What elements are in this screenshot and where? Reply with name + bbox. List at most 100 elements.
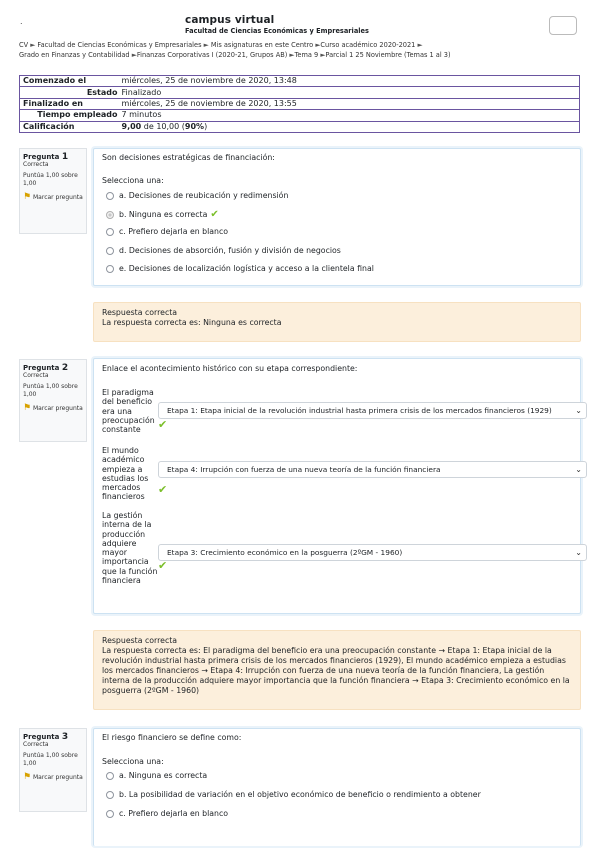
- breadcrumb: CV ► Facultad de Ciencias Económicas y E…: [19, 40, 584, 60]
- answer-option[interactable]: d. Decisiones de absorción, fusión y div…: [106, 246, 341, 255]
- feedback-text: La respuesta correcta es: Ninguna es cor…: [102, 318, 282, 327]
- grade-total: de 10,00 (: [141, 121, 185, 131]
- flag-icon: ⚑: [23, 403, 32, 413]
- question-number-value: 2: [61, 363, 69, 373]
- question-label: Pregunta: [23, 364, 60, 372]
- question-number: Pregunta 1: [23, 152, 83, 162]
- summary-row-time: Tiempo empleado 7 minutos: [19, 109, 580, 122]
- question-feedback-1: Respuesta correcta La respuesta correcta…: [93, 302, 581, 342]
- check-icon: ✔: [210, 209, 219, 220]
- answer-prompt: Selecciona una:: [102, 176, 164, 185]
- check-icon: ✔: [158, 418, 168, 431]
- question-score: Puntúa 1,00 sobre 1,00: [23, 752, 78, 767]
- radio-button[interactable]: [106, 227, 114, 236]
- summary-label: Finalizado en: [19, 97, 121, 111]
- radio-button[interactable]: [106, 771, 114, 780]
- question-score: Puntúa 1,00 sobre 1,00: [23, 383, 78, 398]
- breadcrumb-item[interactable]: Grado en Finanzas y Contabilidad: [19, 51, 130, 59]
- breadcrumb-item[interactable]: Facultad de Ciencias Económicas y Empres…: [37, 41, 201, 49]
- flag-label: Marcar pregunta: [33, 774, 83, 781]
- summary-value: Finalizado: [120, 86, 580, 99]
- attempt-summary-table: Comenzado el miércoles, 25 de noviembre …: [19, 74, 580, 133]
- radio-button[interactable]: [106, 790, 114, 799]
- radio-button[interactable]: [106, 264, 114, 273]
- answer-option[interactable]: c. Prefiero dejarla en blanco: [106, 227, 228, 236]
- flag-question-link[interactable]: ⚑ Marcar pregunta: [23, 773, 83, 782]
- match-item-label: La gestión interna de la producción adqu…: [102, 511, 158, 586]
- option-label: a. Decisiones de reubicación y redimensi…: [119, 191, 289, 200]
- option-label: d. Decisiones de absorción, fusión y div…: [119, 246, 341, 255]
- question-text: Son decisiones estratégicas de financiac…: [102, 153, 275, 162]
- option-label: b. La posibilidad de variación en el obj…: [119, 790, 481, 799]
- breadcrumb-separator: ►: [30, 41, 36, 49]
- grade-score: 9,00: [121, 121, 142, 131]
- answer-option[interactable]: a. Decisiones de reubicación y redimensi…: [106, 191, 288, 200]
- summary-value: miércoles, 25 de noviembre de 2020, 13:5…: [120, 97, 580, 111]
- grade-percent: 90%: [184, 121, 205, 131]
- feedback-title: Respuesta correcta: [102, 636, 178, 645]
- flag-question-link[interactable]: ⚑ Marcar pregunta: [23, 193, 83, 202]
- match-select[interactable]: Etapa 1: Etapa inicial de la revolución …: [158, 402, 587, 419]
- summary-row-grade: Calificación 9,00 de 10,00 (90%): [19, 120, 580, 133]
- question-label: Pregunta: [23, 733, 60, 741]
- question-label: Pregunta: [23, 153, 60, 161]
- breadcrumb-item[interactable]: Curso académico 2020-2021: [320, 41, 415, 49]
- grade-close: ): [204, 121, 208, 131]
- select-value: Etapa 3: Crecimiento económico en la pos…: [167, 548, 403, 557]
- answer-option[interactable]: a. Ninguna es correcta: [106, 771, 207, 780]
- breadcrumb-item[interactable]: Mis asignaturas en este Centro: [211, 41, 313, 49]
- chevron-down-icon: ⌄: [575, 465, 582, 474]
- flag-icon: ⚑: [23, 192, 32, 202]
- radio-button[interactable]: [106, 809, 114, 818]
- question-number: Pregunta 2: [23, 363, 83, 373]
- site-title[interactable]: campus virtual: [185, 14, 274, 26]
- radio-button[interactable]: [106, 246, 114, 255]
- summary-row-state: Estado Finalizado: [19, 86, 580, 99]
- question-number: Pregunta 3: [23, 732, 83, 742]
- user-menu-button[interactable]: [549, 16, 577, 35]
- answer-option[interactable]: b. Ninguna es correcta ✔: [106, 209, 219, 220]
- answer-option[interactable]: c. Prefiero dejarla en blanco: [106, 809, 228, 818]
- summary-row-finished: Finalizado en miércoles, 25 de noviembre…: [19, 97, 580, 111]
- summary-value: 7 minutos: [120, 109, 580, 122]
- question-status: Correcta: [23, 372, 49, 379]
- flag-label: Marcar pregunta: [33, 405, 83, 412]
- question-info-2: Pregunta 2 Correcta Puntúa 1,00 sobre 1,…: [19, 359, 87, 442]
- question-score: Puntúa 1,00 sobre 1,00: [23, 172, 78, 187]
- match-item-label: El paradigma del beneficio era una preoc…: [102, 388, 155, 435]
- breadcrumb-item[interactable]: Parcial 1 25 Noviembre (Temas 1 al 3): [325, 51, 450, 59]
- question-feedback-2: Respuesta correcta La respuesta correcta…: [93, 630, 581, 710]
- question-status: Correcta: [23, 161, 49, 168]
- select-value: Etapa 1: Etapa inicial de la revolución …: [167, 406, 552, 415]
- question-text: El riesgo financiero se define como:: [102, 733, 242, 742]
- match-select[interactable]: Etapa 3: Crecimiento económico en la pos…: [158, 544, 587, 561]
- answer-prompt: Selecciona una:: [102, 757, 164, 766]
- radio-button[interactable]: [106, 191, 114, 200]
- option-label: a. Ninguna es correcta: [119, 771, 208, 780]
- breadcrumb-item[interactable]: Tema 9: [295, 51, 319, 59]
- chevron-down-icon: ⌄: [575, 548, 582, 557]
- select-value: Etapa 4: Irrupción con fuerza de una nue…: [167, 465, 441, 474]
- breadcrumb-item[interactable]: CV: [19, 41, 28, 49]
- header-dot: .: [20, 17, 23, 26]
- chevron-down-icon: ⌄: [575, 406, 582, 415]
- question-info-1: Pregunta 1 Correcta Puntúa 1,00 sobre 1,…: [19, 148, 87, 234]
- match-item-label: El mundo académico empieza a estudias lo…: [102, 446, 149, 502]
- summary-label: Calificación: [19, 120, 121, 133]
- option-label: b. Ninguna es correcta: [119, 210, 208, 219]
- match-select[interactable]: Etapa 4: Irrupción con fuerza de una nue…: [158, 461, 587, 478]
- summary-label: Comenzado el: [19, 74, 121, 88]
- flag-question-link[interactable]: ⚑ Marcar pregunta: [23, 404, 83, 413]
- question-content-2: Enlace el acontecimiento histórico con s…: [93, 358, 587, 614]
- question-status: Correcta: [23, 741, 49, 748]
- answer-option[interactable]: b. La posibilidad de variación en el obj…: [106, 790, 481, 799]
- breadcrumb-item[interactable]: Finanzas Corporativas I (2020-21, Grupos…: [137, 51, 288, 59]
- answer-option[interactable]: e. Decisiones de localización logística …: [106, 264, 374, 273]
- radio-button-selected[interactable]: [106, 210, 114, 219]
- summary-label: Tiempo empleado: [19, 109, 121, 122]
- check-icon: ✔: [158, 559, 168, 572]
- summary-row-started: Comenzado el miércoles, 25 de noviembre …: [19, 74, 580, 88]
- summary-value: miércoles, 25 de noviembre de 2020, 13:4…: [120, 74, 580, 88]
- question-number-value: 1: [61, 152, 69, 162]
- question-number-value: 3: [61, 732, 69, 742]
